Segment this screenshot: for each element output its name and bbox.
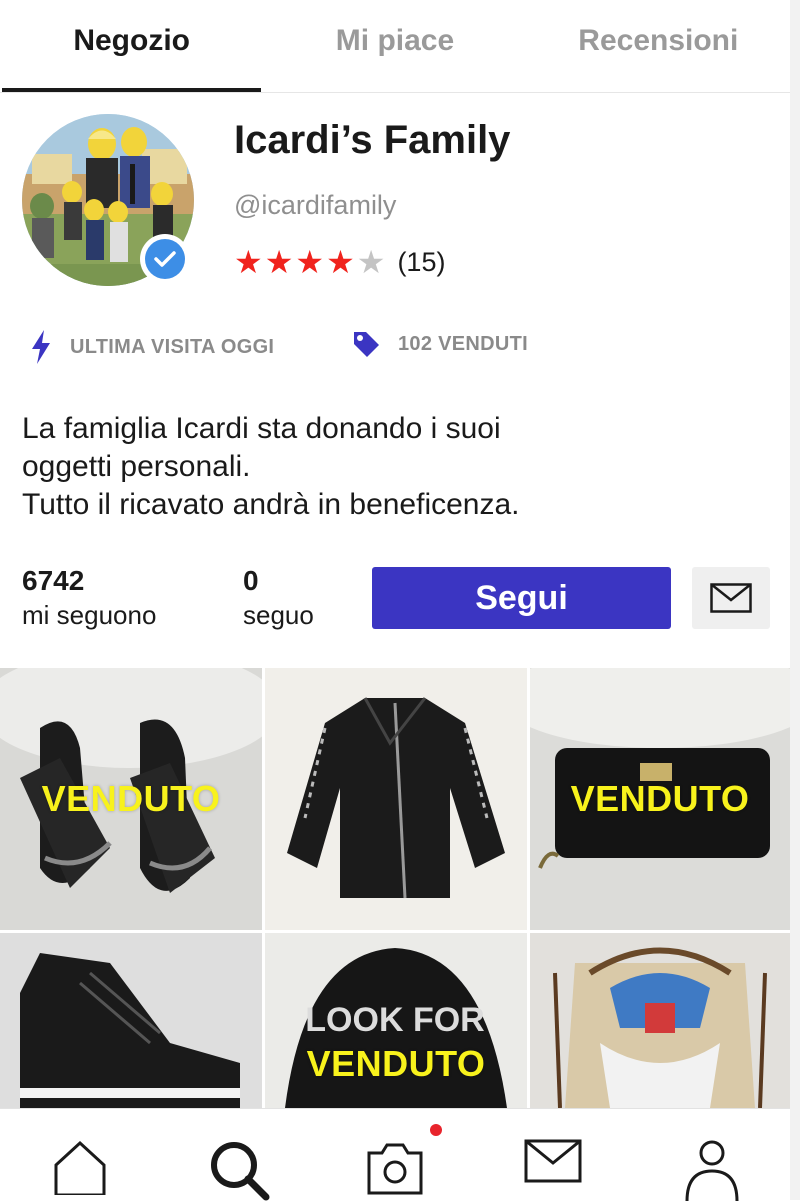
cap-print: LOOK FOR (305, 1001, 484, 1039)
star-icon: ★ (264, 244, 294, 280)
tag-icon (354, 332, 379, 357)
star-icon: ★ (234, 244, 263, 280)
product-tile-shoes[interactable]: VENDUTO (0, 668, 262, 930)
following-label: seguo (243, 600, 314, 630)
product-grid: VENDUTO VENDUTO LOOK FOR VENDUTO (0, 668, 790, 1108)
scrollbar-track (790, 0, 800, 1200)
tab-negozio[interactable]: Negozio (0, 0, 263, 92)
rating-count: (15) (397, 246, 446, 277)
profile-icon[interactable] (684, 1139, 740, 1201)
followers-label: mi seguono (22, 600, 157, 630)
profile-handle: @icardifamily (234, 190, 397, 220)
product-tile-jacket[interactable] (265, 668, 527, 930)
lightning-icon (32, 330, 50, 364)
star-empty-icon: ★ (356, 244, 386, 280)
sold-label: VENDUTO (570, 778, 750, 819)
product-tile-cap[interactable]: LOOK FOR VENDUTO (265, 933, 527, 1108)
sold-label: VENDUTO (306, 1043, 486, 1084)
bio-line: Tutto il ricavato andrà in beneficenza. (22, 488, 520, 521)
sold-count: 102 VENDUTI (352, 330, 528, 358)
profile-name: Icardi’s Family (234, 118, 511, 162)
sold-count-label: 102 VENDUTI (398, 332, 529, 355)
profile-tabs: Negozio Mi piace Recensioni (0, 0, 790, 92)
mail-icon (710, 583, 752, 613)
rating[interactable]: ★ ★ ★ ★ ★ (15) (234, 244, 445, 280)
tab-mi-piace[interactable]: Mi piace (263, 0, 526, 92)
notification-dot (430, 1124, 442, 1136)
search-icon[interactable] (208, 1139, 270, 1201)
follow-button[interactable]: Segui (372, 567, 671, 629)
sold-label: VENDUTO (41, 778, 221, 819)
profile-bio: La famiglia Icardi sta donando i suoi og… (22, 410, 762, 524)
bio-line: La famiglia Icardi sta donando i suoi (22, 412, 501, 445)
product-tile-sneakers[interactable] (0, 933, 262, 1108)
message-button[interactable] (692, 567, 770, 629)
followers-count: 6742 (22, 565, 85, 596)
followers-stat[interactable]: 6742 mi seguono (22, 564, 156, 632)
following-stat[interactable]: 0 seguo (243, 564, 314, 632)
star-icon: ★ (295, 244, 325, 280)
tab-recensioni[interactable]: Recensioni (527, 0, 790, 92)
bottom-nav (0, 1108, 790, 1201)
bio-line: oggetti personali. (22, 450, 251, 483)
following-count: 0 (243, 565, 259, 596)
home-icon[interactable] (52, 1139, 108, 1195)
tabs-divider (0, 92, 790, 93)
mail-icon[interactable] (524, 1139, 582, 1183)
last-visit: ULTIMA VISITA OGGI (30, 330, 274, 364)
product-tile-wallet[interactable]: VENDUTO (530, 668, 790, 930)
last-visit-label: ULTIMA VISITA OGGI (70, 335, 275, 358)
verified-badge-icon (140, 234, 190, 284)
star-icon: ★ (326, 244, 355, 280)
product-tile-bag[interactable] (530, 933, 790, 1108)
camera-icon[interactable] (366, 1139, 424, 1195)
